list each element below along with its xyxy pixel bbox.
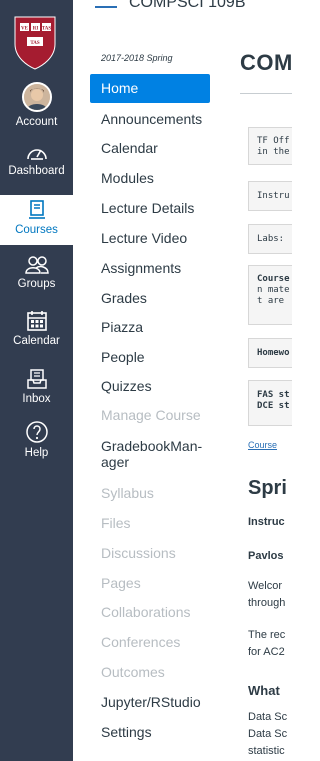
course-nav-assignments[interactable]: Assignments (101, 260, 217, 276)
calendar-label: Calendar (13, 335, 60, 347)
instructors-label: Instruc (248, 516, 285, 528)
help-nav-item[interactable]: Help (0, 420, 73, 460)
inbox-label: Inbox (22, 393, 51, 405)
course-nav-lecture-video[interactable]: Lecture Video (101, 230, 217, 246)
paragraph-line: Welcor (248, 580, 283, 592)
section-heading: Spri (248, 477, 287, 499)
groups-nav-item[interactable]: Groups (0, 255, 73, 291)
info-box-line: Labs: (257, 234, 285, 244)
paragraph-line: statistic (248, 745, 285, 757)
course-nav-modules[interactable]: Modules (101, 170, 217, 186)
gradebook-label-line2: ager (101, 454, 130, 470)
paragraph-line: for AC2 (248, 646, 285, 658)
svg-text:TAS: TAS (42, 27, 52, 32)
logo-text-ve: VE (21, 27, 29, 32)
courses-label: Courses (15, 224, 58, 236)
instructor-name: Pavlos (248, 550, 284, 562)
recording-paragraph: The rec for AC2 (248, 627, 285, 661)
course-nav-collaborations[interactable]: Collaborations (101, 604, 217, 620)
info-box-tf-office: TF Off in the (248, 127, 292, 165)
info-box-instructors: Instru (248, 181, 292, 211)
course-nav-discussions[interactable]: Discussions (101, 545, 217, 561)
help-label: Help (24, 447, 49, 459)
inbox-nav-item[interactable]: Inbox (0, 368, 73, 406)
info-box-line: Instru (257, 191, 290, 201)
course-nav-conferences[interactable]: Conferences (101, 634, 217, 650)
info-box-homework: Homewo (248, 338, 292, 368)
paragraph-line: Data Sc (248, 728, 288, 740)
course-nav-gradebook-manager[interactable]: GradebookMan- ager (101, 438, 217, 470)
dashboard-icon (26, 149, 47, 160)
course-nav-syllabus[interactable]: Syllabus (101, 485, 217, 501)
account-label: Account (15, 116, 58, 128)
global-navigation: VE RI TAS TAS Account Dashboard Courses … (0, 0, 73, 761)
info-box-line: in the (257, 147, 290, 157)
info-box-line: FAS st (257, 390, 290, 400)
hamburger-menu-icon[interactable] (95, 6, 117, 8)
course-nav-piazza[interactable]: Piazza (101, 319, 217, 335)
svg-text:TAS: TAS (30, 41, 40, 46)
info-box-labs: Labs: (248, 224, 292, 254)
info-box-line: TF Off (257, 136, 290, 146)
course-nav-announcements[interactable]: Announcements (101, 111, 217, 127)
course-nav-settings[interactable]: Settings (101, 724, 217, 740)
inbox-icon (26, 369, 47, 389)
paragraph-line: The rec (248, 629, 286, 641)
account-nav-item[interactable]: Account (0, 82, 73, 129)
main-content: COM TF Off in the Instru Labs: Course n … (218, 0, 292, 761)
courses-nav-item[interactable]: Courses (0, 195, 73, 245)
course-nav-pages[interactable]: Pages (101, 575, 217, 591)
avatar (21, 82, 52, 112)
dashboard-label: Dashboard (8, 165, 65, 177)
term-label: 2017-2018 Spring (101, 53, 173, 63)
svg-text:RI: RI (33, 27, 39, 32)
course-nav-home[interactable]: Home (90, 74, 210, 103)
paragraph-line: Data Sc (248, 711, 288, 723)
course-nav-jupyter-rstudio[interactable]: Jupyter/RStudio (101, 694, 217, 710)
data-science-paragraph: Data Sc Data Sc statistic (248, 709, 287, 760)
info-box-line: t are (257, 296, 285, 306)
info-box-course-materials: Course n mate t are (248, 265, 292, 325)
harvard-shield-logo[interactable]: VE RI TAS TAS (12, 14, 58, 70)
info-box-line: n mate (257, 285, 290, 295)
paragraph-line: through (248, 597, 286, 609)
welcome-paragraph: Welcor through (248, 578, 285, 612)
gradebook-label-line1: GradebookMan- (101, 438, 203, 454)
groups-icon (24, 256, 49, 274)
title-divider (240, 93, 292, 94)
groups-label: Groups (17, 278, 56, 290)
course-nav-calendar[interactable]: Calendar (101, 140, 217, 156)
help-icon (25, 421, 48, 443)
course-link[interactable]: Course (248, 440, 277, 450)
course-nav-quizzes[interactable]: Quizzes (101, 378, 217, 394)
course-nav-outcomes[interactable]: Outcomes (101, 664, 217, 680)
calendar-nav-item[interactable]: Calendar (0, 310, 73, 348)
info-box-line: Homewo (257, 348, 290, 358)
course-nav-people[interactable]: People (101, 349, 217, 365)
course-nav-manage-course[interactable]: Manage Course (101, 407, 217, 423)
info-box-line: Course (257, 274, 290, 284)
course-nav-grades[interactable]: Grades (101, 290, 217, 306)
calendar-icon (26, 311, 47, 331)
dashboard-nav-item[interactable]: Dashboard (0, 142, 73, 178)
what-heading: What (248, 683, 280, 698)
page-title: COM (240, 50, 292, 75)
info-box-line: DCE st (257, 401, 290, 411)
info-box-fas-dce: FAS st DCE st (248, 380, 292, 426)
courses-icon (28, 200, 45, 219)
course-nav-files[interactable]: Files (101, 515, 217, 531)
course-nav-lecture-details[interactable]: Lecture Details (101, 200, 217, 216)
